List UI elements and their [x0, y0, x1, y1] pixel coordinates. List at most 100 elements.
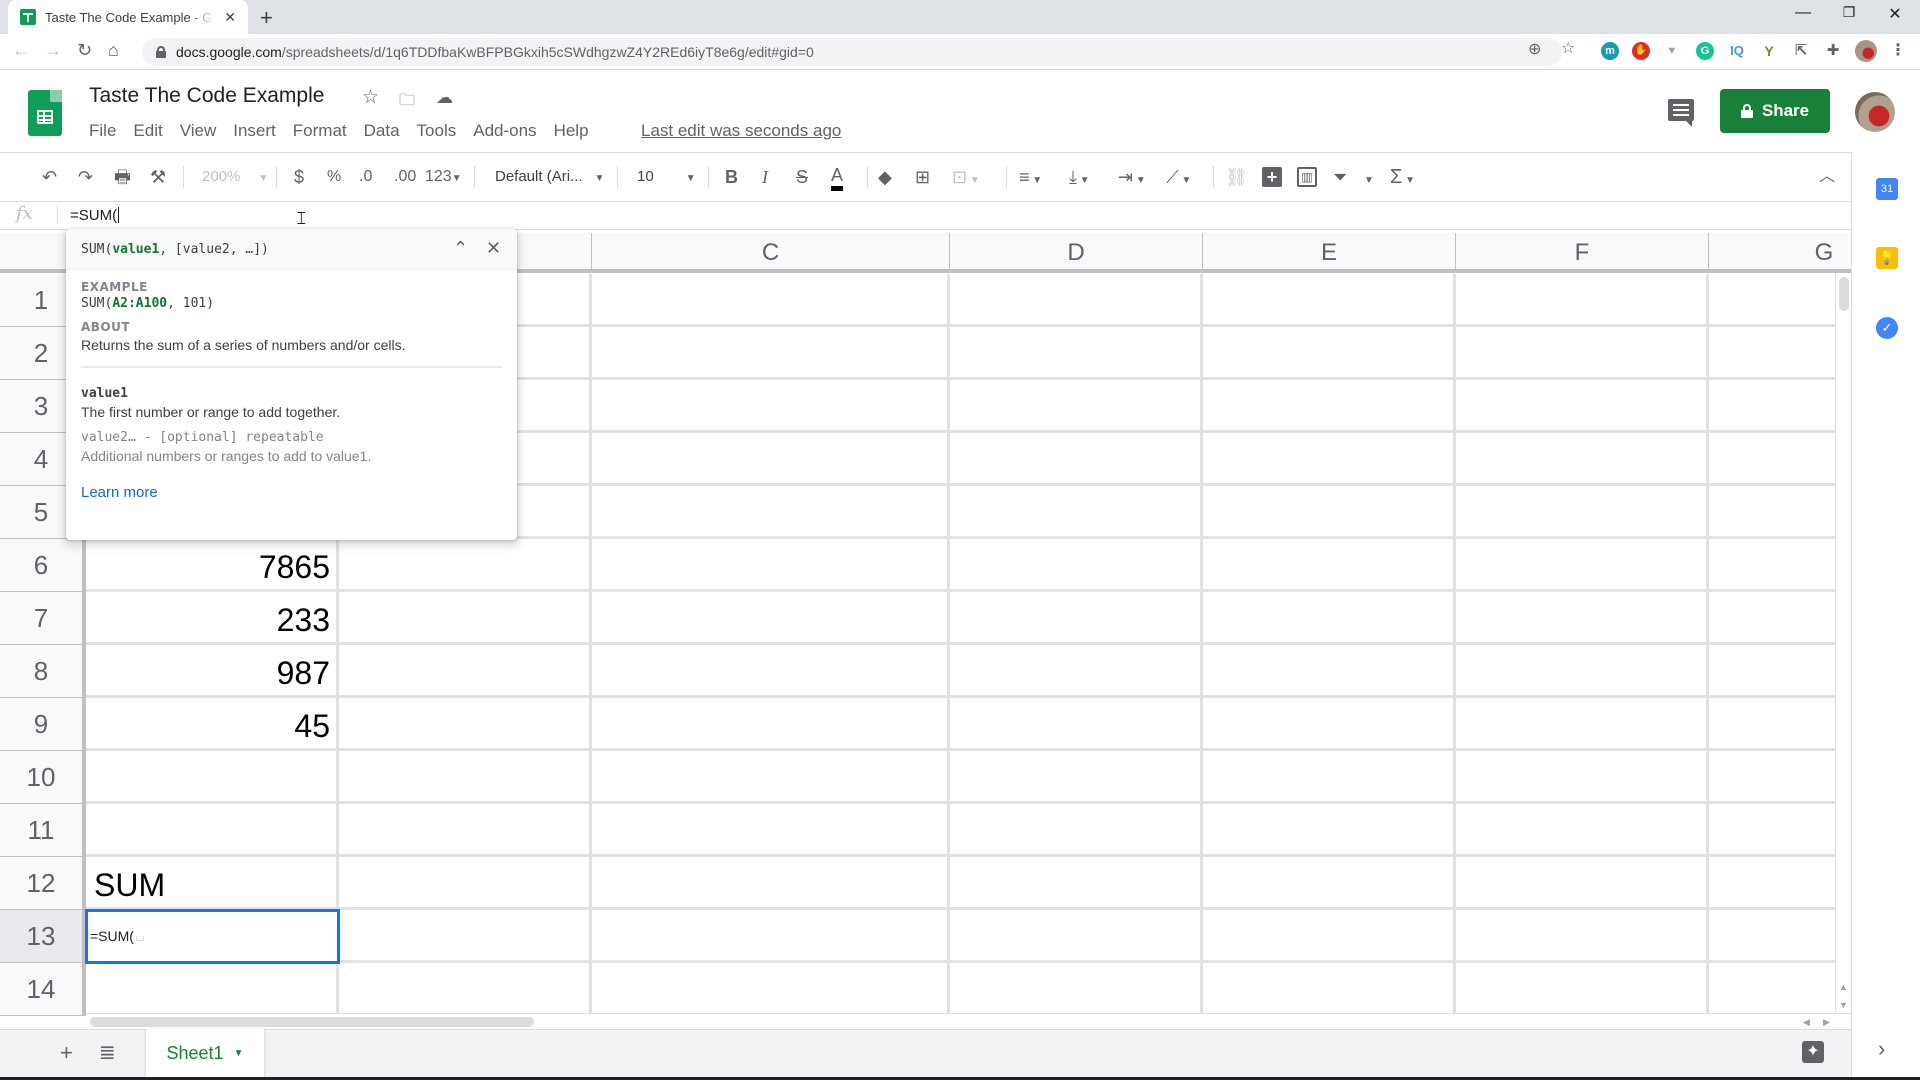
- cloud-saved-icon[interactable]: ☁: [436, 88, 453, 108]
- cell-a12[interactable]: SUM: [86, 857, 339, 910]
- extension-m-icon[interactable]: m: [1601, 42, 1619, 60]
- insert-chart-icon[interactable]: ▥: [1297, 167, 1317, 187]
- browser-tab[interactable]: Taste The Code Example - Google Sheets ✕: [8, 0, 248, 34]
- vertical-scrollbar[interactable]: [1835, 273, 1851, 1013]
- last-edit-link[interactable]: Last edit was seconds ago: [641, 121, 841, 141]
- filter-icon[interactable]: ⏷: [1333, 164, 1347, 190]
- cell-d12[interactable]: [950, 857, 1203, 910]
- cell-d5[interactable]: [950, 486, 1203, 539]
- minimize-button[interactable]: —: [1780, 4, 1826, 22]
- comments-icon[interactable]: [1668, 99, 1694, 127]
- formula-input[interactable]: =SUM(: [70, 207, 119, 224]
- scroll-down-arrow-icon[interactable]: ▼: [1839, 1000, 1848, 1010]
- cell-e5[interactable]: [1203, 486, 1456, 539]
- insert-link-icon[interactable]: ⛓: [1225, 164, 1248, 190]
- cell-c3[interactable]: [592, 380, 950, 433]
- cell-g10[interactable]: [1709, 751, 1851, 804]
- cell-f9[interactable]: [1456, 698, 1709, 751]
- cell-c10[interactable]: [592, 751, 950, 804]
- cell-c1[interactable]: [592, 274, 950, 327]
- cell-f2[interactable]: [1456, 327, 1709, 380]
- menu-tools[interactable]: Tools: [417, 121, 457, 141]
- sheet-tab-sheet1[interactable]: Sheet1 ▼: [146, 1029, 264, 1077]
- increase-decimals-button[interactable]: .00: [394, 164, 416, 190]
- cell-e7[interactable]: [1203, 592, 1456, 645]
- sheets-logo-icon[interactable]: [28, 90, 62, 136]
- scroll-left-arrow-icon[interactable]: ◀: [1803, 1017, 1810, 1028]
- reload-icon[interactable]: ↻: [77, 40, 92, 61]
- vertical-scroll-thumb[interactable]: [1839, 277, 1849, 311]
- cell-d3[interactable]: [950, 380, 1203, 433]
- cell-a6[interactable]: 7865: [86, 539, 339, 592]
- cell-b8[interactable]: [339, 645, 592, 698]
- cell-f8[interactable]: [1456, 645, 1709, 698]
- extension-arrow-icon[interactable]: ⇱: [1792, 42, 1810, 60]
- bold-button[interactable]: B: [725, 164, 738, 190]
- cell-c6[interactable]: [592, 539, 950, 592]
- zoom-icon[interactable]: ⊕: [1528, 39, 1541, 59]
- menu-view[interactable]: View: [180, 121, 217, 141]
- font-family-select[interactable]: Default (Ari... ▼: [495, 164, 604, 190]
- cell-f5[interactable]: [1456, 486, 1709, 539]
- column-header-c[interactable]: C: [592, 233, 950, 273]
- share-button[interactable]: Share: [1720, 89, 1830, 133]
- row-header-11[interactable]: 11: [0, 804, 86, 857]
- expand-side-panel-chevron-icon[interactable]: ›: [1878, 1036, 1885, 1062]
- address-bar[interactable]: docs.google.com/spreadsheets/d/1q6TDDfba…: [142, 38, 1562, 66]
- forward-icon[interactable]: →: [44, 40, 62, 61]
- fill-color-icon[interactable]: ◆: [878, 164, 892, 190]
- restore-button[interactable]: ❐: [1826, 4, 1872, 21]
- redo-icon[interactable]: ↷: [78, 164, 93, 190]
- cell-b6[interactable]: [339, 539, 592, 592]
- cell-d8[interactable]: [950, 645, 1203, 698]
- cell-a11[interactable]: [86, 804, 339, 857]
- keep-icon[interactable]: 💡: [1876, 247, 1898, 269]
- cell-e13[interactable]: [1203, 910, 1456, 963]
- cell-b10[interactable]: [339, 751, 592, 804]
- extension-grammarly-icon[interactable]: G: [1696, 42, 1714, 60]
- move-folder-icon[interactable]: 🗀: [399, 89, 415, 116]
- filter-views-dropdown[interactable]: ▼: [1364, 164, 1374, 190]
- document-title[interactable]: Taste The Code Example: [89, 84, 324, 108]
- menu-help[interactable]: Help: [554, 121, 589, 141]
- cell-c11[interactable]: [592, 804, 950, 857]
- cell-g13[interactable]: [1709, 910, 1851, 963]
- insert-comment-icon[interactable]: +: [1262, 167, 1282, 187]
- print-icon[interactable]: 🖶: [114, 164, 131, 190]
- cell-e6[interactable]: [1203, 539, 1456, 592]
- decrease-decimals-button[interactable]: .0: [359, 164, 372, 190]
- cell-g11[interactable]: [1709, 804, 1851, 857]
- collapse-help-chevron-up-icon[interactable]: ⌃: [453, 238, 468, 259]
- cell-g14[interactable]: [1709, 963, 1851, 1016]
- calendar-icon[interactable]: 31: [1876, 178, 1898, 200]
- cell-b14[interactable]: [339, 963, 592, 1016]
- new-tab-button[interactable]: +: [260, 5, 273, 31]
- cell-g1[interactable]: [1709, 274, 1851, 327]
- extensions-puzzle-icon[interactable]: ✚: [1824, 42, 1842, 60]
- browser-profile-avatar[interactable]: [1855, 40, 1877, 62]
- cell-g6[interactable]: [1709, 539, 1851, 592]
- cell-g8[interactable]: [1709, 645, 1851, 698]
- text-wrapping-icon[interactable]: ⇥ ▼: [1118, 164, 1146, 190]
- italic-button[interactable]: I: [762, 164, 768, 190]
- cell-g5[interactable]: [1709, 486, 1851, 539]
- cell-e10[interactable]: [1203, 751, 1456, 804]
- row-header-12[interactable]: 12: [0, 857, 86, 910]
- home-icon[interactable]: ⌂: [108, 40, 119, 61]
- strikethrough-button[interactable]: S: [796, 164, 808, 190]
- sheet-tab-menu-icon[interactable]: ▼: [234, 1048, 244, 1059]
- row-header-6[interactable]: 6: [0, 539, 86, 592]
- cell-c7[interactable]: [592, 592, 950, 645]
- account-avatar[interactable]: [1855, 92, 1895, 132]
- active-cell-editor[interactable]: =SUM(: [85, 909, 340, 964]
- cell-f13[interactable]: [1456, 910, 1709, 963]
- text-color-button[interactable]: A: [831, 164, 844, 191]
- close-help-icon[interactable]: ✕: [486, 238, 501, 259]
- cell-f7[interactable]: [1456, 592, 1709, 645]
- cell-c13[interactable]: [592, 910, 950, 963]
- all-sheets-menu-icon[interactable]: ≣: [99, 1040, 116, 1065]
- cell-c4[interactable]: [592, 433, 950, 486]
- paint-format-icon[interactable]: ⚒: [150, 164, 166, 190]
- cell-b9[interactable]: [339, 698, 592, 751]
- cell-g7[interactable]: [1709, 592, 1851, 645]
